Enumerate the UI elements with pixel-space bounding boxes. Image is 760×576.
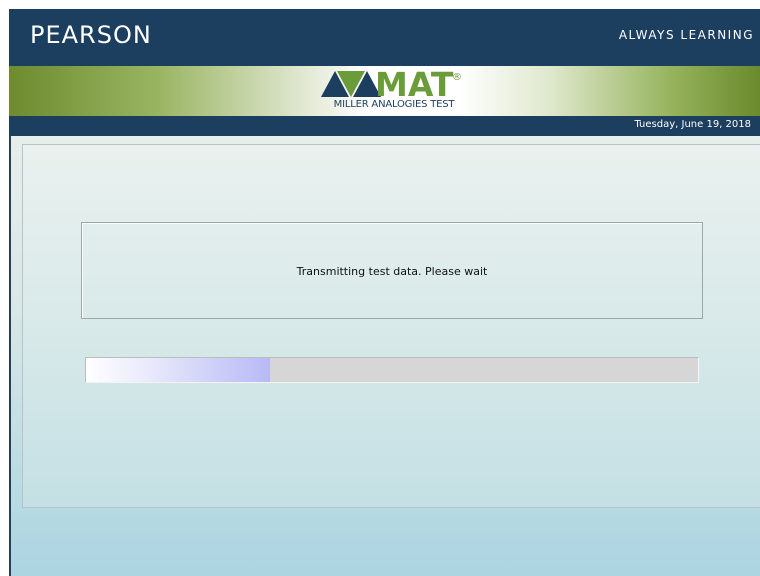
app-window: PEARSON ALWAYS LEARNING MAT ® MILLER ANA… (9, 9, 760, 576)
pearson-header: PEARSON ALWAYS LEARNING (9, 9, 760, 66)
pearson-logo: PEARSON (30, 21, 152, 49)
date-bar: Tuesday, June 19, 2018 (9, 116, 760, 136)
mat-banner: MAT ® MILLER ANALOGIES TEST (9, 65, 760, 116)
mat-logo: MAT ® MILLER ANALOGIES TEST (309, 65, 479, 114)
left-margin (0, 0, 9, 576)
registered-mark: ® (452, 72, 462, 83)
progress-bar (85, 357, 699, 383)
tagline: ALWAYS LEARNING (618, 28, 754, 42)
status-message: Transmitting test data. Please wait (296, 265, 488, 278)
progress-bar-fill (86, 358, 270, 382)
mat-subtitle: MILLER ANALOGIES TEST (333, 99, 455, 110)
main-content: Transmitting test data. Please wait (9, 136, 760, 576)
status-panel: Transmitting test data. Please wait (22, 144, 760, 508)
current-date: Tuesday, June 19, 2018 (634, 119, 751, 130)
mat-triangles-icon (321, 71, 381, 97)
message-box: Transmitting test data. Please wait (81, 222, 703, 319)
